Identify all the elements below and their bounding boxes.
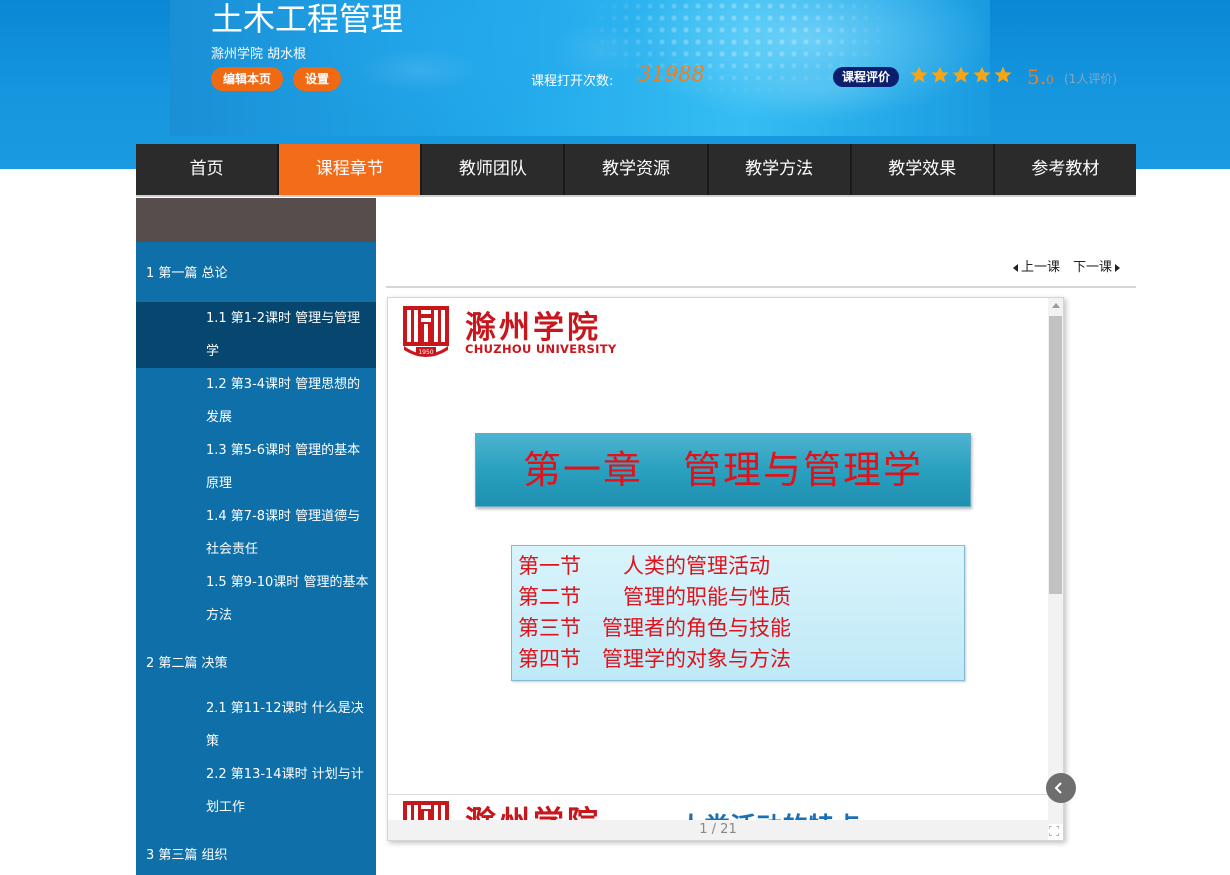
- edit-page-button[interactable]: 编辑本页: [211, 67, 284, 91]
- sidebar-lesson-line1: 2.1 第11-12课时 什么是决: [206, 701, 364, 716]
- sidebar-lesson-line2: 方法: [206, 608, 233, 623]
- slide-page-1: 1950 滁州学院 CHUZHOU UNIVERSITY 第一章 管理与管理学 …: [388, 298, 1048, 794]
- nav-tab-4[interactable]: 教学方法: [706, 144, 850, 195]
- course-evaluation-button[interactable]: 课程评价: [833, 67, 900, 87]
- sidebar-lesson-line2: 划工作: [206, 800, 246, 815]
- sidebar-lesson-line1: 1.4 第7-8课时 管理道德与: [206, 509, 361, 524]
- sidebar-lesson-line1: 1.2 第3-4课时 管理思想的: [206, 377, 361, 392]
- rating-count: (1人评价): [1064, 72, 1117, 86]
- chapter-title-box: 第一章 管理与管理学: [475, 433, 971, 507]
- chapter-sidebar: 1 第一篇 总论 1.1 第1-2课时 管理与管理学 1.2 第3-4课时 管理思想…: [136, 198, 376, 875]
- nav-tab-6[interactable]: 参考教材: [992, 144, 1136, 195]
- chapter-title: 第一章 管理与管理学: [522, 448, 923, 492]
- sidebar-section[interactable]: 2 第二篇 决策: [136, 632, 376, 692]
- university-logo-english: CHUZHOU UNIVERSITY: [465, 342, 617, 356]
- seal-year: 1950: [418, 349, 433, 356]
- sidebar-lesson-line1: 1.3 第5-6课时 管理的基本: [206, 443, 361, 458]
- star-icon: [973, 66, 991, 83]
- star-icon: [910, 66, 928, 83]
- document-viewer[interactable]: 1950 滁州学院 CHUZHOU UNIVERSITY 第一章 管理与管理学 …: [387, 297, 1064, 841]
- caret-right-icon: [1115, 263, 1121, 272]
- viewer-scrollbar[interactable]: [1048, 298, 1063, 824]
- sidebar-lesson-line1: 1.5 第9-10课时 管理的基本: [206, 575, 369, 590]
- sidebar-lesson[interactable]: 1.5 第9-10课时 管理的基本 方法: [136, 566, 376, 632]
- lesson-navigation: 上一课 下一课: [386, 254, 1136, 288]
- nav-tab-3[interactable]: 教学资源: [563, 144, 706, 195]
- scroll-up-icon[interactable]: [1052, 303, 1060, 308]
- prev-lesson-label: 上一课: [1021, 260, 1061, 275]
- sidebar-lesson[interactable]: 1.1 第1-2课时 管理与管理学: [136, 302, 376, 368]
- sidebar-lesson[interactable]: 2.2 第13-14课时 计划与计 划工作: [136, 758, 376, 824]
- section-list-box: 第一节 人类的管理活动 第二节 管理的职能与性质 第三节 管理者的角色与技能 第四节 …: [511, 545, 965, 681]
- university-seal-icon: 1950: [403, 306, 449, 357]
- sidebar-lesson[interactable]: 1.3 第5-6课时 管理的基本 原理: [136, 434, 376, 500]
- star-icon: [952, 66, 970, 83]
- caret-left-icon: [1013, 263, 1018, 272]
- page-indicator: 1 / 21: [388, 820, 1048, 840]
- rating-stars: [909, 65, 1013, 85]
- sidebar-lesson[interactable]: 1.2 第3-4课时 管理思想的 发展: [136, 368, 376, 434]
- collapse-panel-button[interactable]: [1046, 773, 1076, 803]
- nav-tab-0[interactable]: 首页: [136, 144, 277, 195]
- rating-score: 5.0: [1027, 65, 1054, 89]
- rating-score-main: 5.: [1027, 65, 1047, 89]
- sidebar-section[interactable]: 3 第三篇 组织: [136, 824, 376, 875]
- settings-button[interactable]: 设置: [293, 67, 342, 91]
- slide-section-line: 第三节 管理者的角色与技能: [518, 616, 791, 640]
- sidebar-lesson-line1: 1.1 第1-2课时 管理与管理: [206, 311, 361, 326]
- sidebar-lesson-line2: 学: [206, 344, 220, 359]
- nav-tab-1[interactable]: 课程章节: [277, 144, 421, 195]
- fullscreen-icon[interactable]: [1049, 826, 1059, 836]
- university-logo-name: 滁州学院: [465, 310, 601, 346]
- star-icon: [931, 66, 949, 83]
- sidebar-lesson-line2: 原理: [206, 476, 233, 491]
- nav-tab-2[interactable]: 教师团队: [420, 144, 563, 195]
- sidebar-lesson[interactable]: 2.1 第11-12课时 什么是决策: [136, 692, 376, 758]
- rating-score-decimal: 0: [1046, 73, 1054, 87]
- open-count-value: 31988: [638, 62, 705, 86]
- next-lesson-link[interactable]: 下一课: [1073, 256, 1123, 275]
- star-icon: [994, 66, 1012, 83]
- main-nav: 首页 课程章节 教师团队 教学资源 教学方法 教学效果 参考教材: [136, 144, 1136, 197]
- slide-section-line: 第四节 管理学的对象与方法: [518, 647, 791, 671]
- course-title: 土木工程管理: [211, 0, 404, 38]
- slide-section-line: 第一节 人类的管理活动: [518, 554, 770, 578]
- sidebar-header: [136, 198, 376, 242]
- sidebar-lesson-line2: 社会责任: [206, 542, 259, 557]
- open-count-label: 课程打开次数:: [531, 74, 614, 89]
- sidebar-lesson-line1: 2.2 第13-14课时 计划与计: [206, 767, 364, 782]
- sidebar-lesson[interactable]: 1.4 第7-8课时 管理道德与 社会责任: [136, 500, 376, 566]
- slide-section-line: 第二节 管理的职能与性质: [518, 585, 791, 609]
- sidebar-section[interactable]: 1 第一篇 总论: [136, 242, 376, 302]
- nav-tab-5[interactable]: 教学效果: [849, 144, 993, 195]
- chevron-left-icon: [1054, 782, 1062, 794]
- scroll-thumb[interactable]: [1049, 316, 1062, 594]
- course-teacher: 滁州学院 胡水根: [211, 47, 307, 62]
- sidebar-lesson-line2: 策: [206, 734, 220, 749]
- sidebar-lesson-line2: 发展: [206, 410, 233, 425]
- next-lesson-label: 下一课: [1073, 260, 1113, 275]
- prev-lesson-link[interactable]: 上一课: [1010, 256, 1060, 275]
